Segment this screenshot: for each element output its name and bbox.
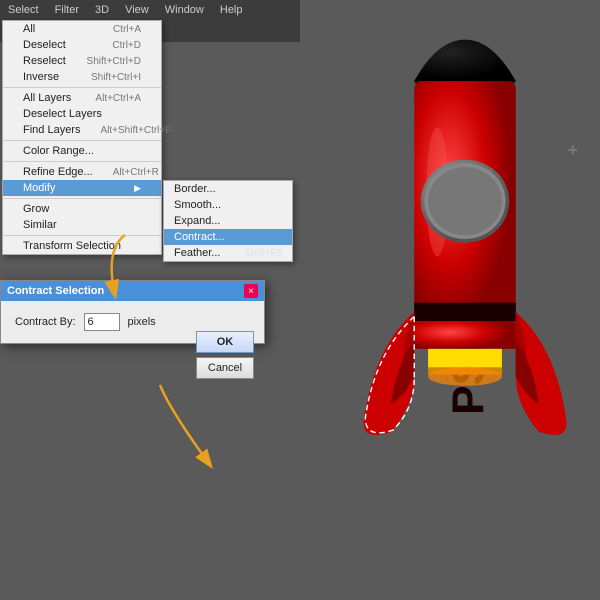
- menu-item-find-layers[interactable]: Find Layers Alt+Shift+Ctrl+F: [3, 122, 161, 138]
- menu-item-reselect[interactable]: Reselect Shift+Ctrl+D: [3, 53, 161, 69]
- menu-bar: Select Filter 3D View Window Help: [0, 0, 300, 20]
- rocket-image: PSd: [345, 30, 585, 520]
- cancel-button[interactable]: Cancel: [196, 357, 254, 379]
- menu-help[interactable]: Help: [212, 0, 251, 20]
- separator-2: [3, 140, 161, 141]
- separator-4: [3, 198, 161, 199]
- separator-3: [3, 161, 161, 162]
- arrow-dialog-to-rocket: [130, 380, 250, 480]
- submenu-expand[interactable]: Expand...: [164, 213, 292, 229]
- submenu-contract[interactable]: Contract...: [164, 229, 292, 245]
- menu-item-refine-edge[interactable]: Refine Edge... Alt+Ctrl+R: [3, 164, 161, 180]
- select-dropdown-menu: All Ctrl+A Deselect Ctrl+D Reselect Shif…: [2, 20, 162, 255]
- menu-item-deselect[interactable]: Deselect Ctrl+D: [3, 37, 161, 53]
- ok-button[interactable]: OK: [196, 331, 254, 353]
- contract-by-row: Contract By: pixels: [15, 313, 184, 331]
- contract-by-label: Contract By:: [15, 316, 76, 328]
- menu-item-all[interactable]: All Ctrl+A: [3, 21, 161, 37]
- menu-select[interactable]: Select: [0, 0, 47, 20]
- menu-view[interactable]: View: [117, 0, 157, 20]
- menu-window[interactable]: Window: [157, 0, 212, 20]
- menu-filter[interactable]: Filter: [47, 0, 87, 20]
- menu-item-inverse[interactable]: Inverse Shift+Ctrl+I: [3, 69, 161, 85]
- menu-item-all-layers[interactable]: All Layers Alt+Ctrl+A: [3, 90, 161, 106]
- submenu-smooth[interactable]: Smooth...: [164, 197, 292, 213]
- menu-item-deselect-layers[interactable]: Deselect Layers: [3, 106, 161, 122]
- menu-3d[interactable]: 3D: [87, 0, 117, 20]
- submenu-feather[interactable]: Feather... Shift+F6: [164, 245, 292, 261]
- contract-by-input[interactable]: [84, 313, 120, 331]
- submenu-border[interactable]: Border...: [164, 181, 292, 197]
- menu-item-color-range[interactable]: Color Range...: [3, 143, 161, 159]
- pixels-label: pixels: [128, 316, 156, 328]
- arrow-menu-to-dialog: [85, 230, 165, 310]
- dialog-close-button[interactable]: ×: [244, 284, 258, 298]
- submenu-arrow: ▶: [134, 183, 141, 194]
- separator-1: [3, 87, 161, 88]
- canvas-area: +: [270, 0, 600, 600]
- dialog-buttons: OK Cancel: [196, 331, 254, 379]
- menu-item-grow[interactable]: Grow: [3, 201, 161, 217]
- menu-item-modify[interactable]: Modify ▶ Border... Smooth... Expand... C…: [3, 180, 161, 196]
- modify-submenu: Border... Smooth... Expand... Contract..…: [163, 180, 293, 262]
